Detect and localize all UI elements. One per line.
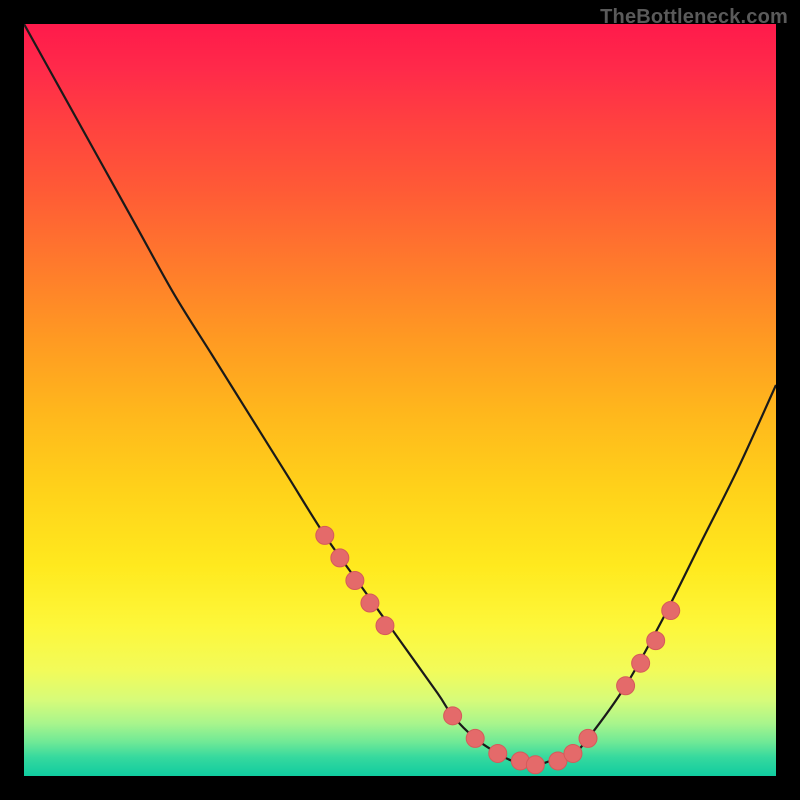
marker-point: [331, 549, 349, 567]
marker-point: [489, 744, 507, 762]
bottleneck-curve: [24, 24, 776, 765]
marker-point: [647, 632, 665, 650]
marker-point: [466, 729, 484, 747]
marker-point: [346, 571, 364, 589]
marker-point: [316, 526, 334, 544]
marker-point: [361, 594, 379, 612]
marker-point: [617, 677, 635, 695]
plot-area: [24, 24, 776, 776]
marker-point: [662, 602, 680, 620]
marker-point: [564, 744, 582, 762]
chart-frame: TheBottleneck.com: [0, 0, 800, 800]
marker-point: [579, 729, 597, 747]
marker-point: [632, 654, 650, 672]
chart-svg: [24, 24, 776, 776]
marker-point: [376, 617, 394, 635]
highlight-markers: [316, 526, 680, 773]
marker-point: [444, 707, 462, 725]
marker-point: [526, 756, 544, 774]
